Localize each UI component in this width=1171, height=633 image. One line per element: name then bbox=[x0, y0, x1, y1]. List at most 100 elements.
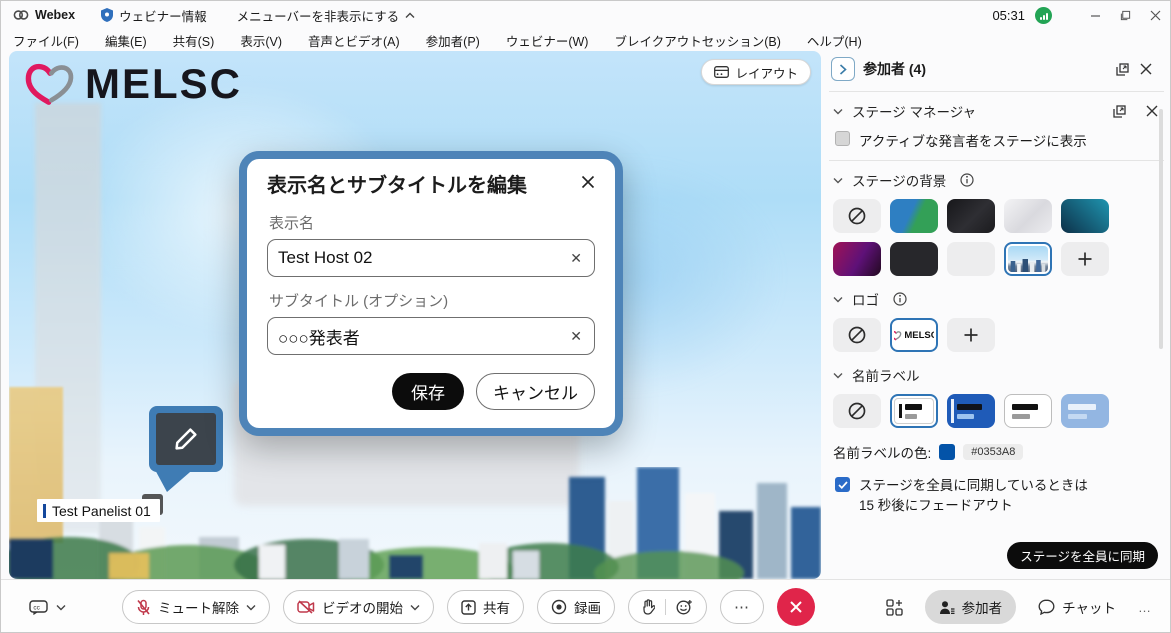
chat-button[interactable]: チャット bbox=[1038, 597, 1116, 617]
subtitle-field-wrap: ✕ bbox=[267, 317, 595, 355]
apps-icon bbox=[886, 599, 903, 616]
info-icon[interactable] bbox=[955, 168, 979, 192]
control-bar: cc ミュート解除 ビデオの開始 共有 録 bbox=[1, 579, 1170, 633]
webinar-info-button[interactable]: ウェビナー情報 bbox=[101, 6, 207, 25]
dialog-title: 表示名とサブタイトルを編集 bbox=[267, 173, 527, 199]
save-button[interactable]: 保存 bbox=[392, 373, 464, 410]
record-icon bbox=[551, 599, 567, 615]
maximize-button[interactable] bbox=[1110, 3, 1140, 27]
background-swatch-light[interactable] bbox=[947, 242, 995, 276]
panel-scrollbar[interactable] bbox=[1159, 109, 1163, 349]
record-button[interactable]: 録画 bbox=[537, 590, 615, 624]
chat-bubble-icon bbox=[1038, 599, 1055, 615]
leave-meeting-button[interactable] bbox=[777, 588, 815, 626]
reactions-button[interactable] bbox=[676, 599, 693, 615]
active-speaker-checkbox-label: アクティブな発言者をステージに表示 bbox=[859, 130, 1087, 150]
participants-toggle-button[interactable]: 参加者 bbox=[925, 590, 1017, 624]
title-bar: Webex ウェビナー情報 メニューバーを非表示にする 05:31 bbox=[1, 1, 1170, 29]
microphone-muted-icon bbox=[136, 599, 151, 616]
share-button[interactable]: 共有 bbox=[447, 590, 524, 624]
namelabel-color-hex[interactable]: #0353A8 bbox=[963, 444, 1023, 460]
more-panels-button[interactable]: … bbox=[1138, 600, 1152, 615]
logo-swatch-grid: MELSC bbox=[829, 314, 1129, 360]
magnified-edit-icon bbox=[149, 406, 223, 472]
unmute-button[interactable]: ミュート解除 bbox=[122, 590, 270, 624]
participants-panel: 参加者 (4) ステージ マネージャ アクティブな発言者をステージに表示 ステー… bbox=[829, 51, 1164, 579]
namelabel-swatch-grid bbox=[829, 390, 1129, 436]
name-label-accent-bar bbox=[43, 504, 46, 518]
captions-chevron[interactable] bbox=[56, 604, 66, 611]
popout-panel-icon[interactable] bbox=[1110, 57, 1134, 81]
menu-webinar[interactable]: ウェビナー(W) bbox=[506, 31, 589, 50]
participants-icon bbox=[939, 600, 955, 615]
add-icon bbox=[963, 327, 979, 343]
hide-menubar-button[interactable]: メニューバーを非表示にする bbox=[237, 6, 416, 25]
menu-breakout[interactable]: ブレイクアウトセッション(B) bbox=[614, 31, 780, 50]
sync-stage-button[interactable]: ステージを全員に同期 bbox=[1007, 542, 1158, 569]
popout-stage-manager-icon[interactable] bbox=[1107, 99, 1131, 123]
minimize-button[interactable] bbox=[1080, 3, 1110, 27]
background-swatch-purple[interactable] bbox=[833, 242, 881, 276]
background-swatch-light-wave[interactable] bbox=[1004, 199, 1052, 233]
chevron-down-icon[interactable] bbox=[833, 296, 843, 303]
dialog-close-icon[interactable] bbox=[581, 175, 595, 194]
info-icon[interactable] bbox=[888, 287, 912, 311]
chevron-right-icon bbox=[839, 64, 847, 75]
logo-section-title: ロゴ bbox=[852, 289, 879, 309]
menu-participants[interactable]: 参加者(P) bbox=[426, 31, 480, 50]
close-panel-icon[interactable] bbox=[1134, 57, 1158, 81]
city-skyline bbox=[9, 467, 821, 579]
menu-view[interactable]: 表示(V) bbox=[240, 31, 282, 50]
start-video-button[interactable]: ビデオの開始 bbox=[283, 590, 434, 624]
background-swatch-dark-wave[interactable] bbox=[947, 199, 995, 233]
cancel-button[interactable]: キャンセル bbox=[476, 373, 595, 410]
namelabel-swatch-none[interactable] bbox=[833, 394, 881, 428]
apps-button[interactable] bbox=[886, 599, 903, 616]
active-speaker-checkbox[interactable] bbox=[835, 131, 850, 146]
menu-edit[interactable]: 編集(E) bbox=[105, 31, 147, 50]
chevron-up-icon bbox=[405, 12, 415, 19]
background-swatch-none[interactable] bbox=[833, 199, 881, 233]
display-name-input[interactable] bbox=[278, 248, 568, 268]
background-swatch-charcoal[interactable] bbox=[890, 242, 938, 276]
chevron-down-icon[interactable] bbox=[833, 108, 843, 115]
collapse-panel-button[interactable] bbox=[831, 57, 855, 81]
menu-share[interactable]: 共有(S) bbox=[173, 31, 215, 50]
more-options-button[interactable]: ⋯ bbox=[720, 590, 764, 624]
captions-button[interactable]: cc bbox=[29, 600, 48, 615]
sync-fadeout-label: ステージを全員に同期しているときは 15 秒後にフェードアウト bbox=[859, 476, 1088, 515]
raise-hand-button[interactable] bbox=[642, 599, 655, 615]
namelabel-swatch-edge-selected[interactable] bbox=[890, 394, 938, 428]
unmute-options-chevron[interactable] bbox=[246, 604, 256, 611]
logo-swatch-add[interactable] bbox=[947, 318, 995, 352]
closed-caption-icon: cc bbox=[29, 600, 48, 615]
edit-name-dialog: 表示名とサブタイトルを編集 表示名 ✕ サブタイトル (オプション) ✕ 保存 … bbox=[239, 151, 623, 436]
background-swatch-add[interactable] bbox=[1061, 242, 1109, 276]
menu-audio-video[interactable]: 音声とビデオ(A) bbox=[308, 31, 400, 50]
namelabel-swatch-translucent[interactable] bbox=[1061, 394, 1109, 428]
chevron-down-icon[interactable] bbox=[833, 177, 843, 184]
background-swatch-teal[interactable] bbox=[1061, 199, 1109, 233]
clear-subtitle-icon[interactable]: ✕ bbox=[568, 328, 584, 345]
close-window-button[interactable] bbox=[1140, 3, 1170, 27]
video-options-chevron[interactable] bbox=[410, 604, 420, 611]
chevron-down-icon[interactable] bbox=[833, 372, 843, 379]
none-icon bbox=[847, 325, 867, 345]
subtitle-input[interactable] bbox=[278, 326, 568, 346]
raised-hand-icon bbox=[642, 599, 655, 615]
background-swatch-blue-green[interactable] bbox=[890, 199, 938, 233]
sync-fadeout-checkbox[interactable] bbox=[835, 477, 850, 492]
panelist-name-label: Test Panelist 01 bbox=[37, 499, 160, 522]
menu-help[interactable]: ヘルプ(H) bbox=[807, 31, 862, 50]
logo-swatch-melsc-selected[interactable]: MELSC bbox=[890, 318, 938, 352]
clear-display-name-icon[interactable]: ✕ bbox=[568, 250, 584, 267]
namelabel-swatch-blue[interactable] bbox=[947, 394, 995, 428]
layout-button[interactable]: レイアウト bbox=[701, 59, 811, 85]
menu-file[interactable]: ファイル(F) bbox=[13, 31, 79, 50]
logo-swatch-none[interactable] bbox=[833, 318, 881, 352]
background-swatch-grid bbox=[829, 195, 1129, 284]
background-swatch-city-selected[interactable] bbox=[1004, 242, 1052, 276]
connection-quality-icon[interactable] bbox=[1035, 7, 1052, 24]
namelabel-swatch-white[interactable] bbox=[1004, 394, 1052, 428]
namelabel-color-swatch[interactable] bbox=[939, 444, 955, 460]
